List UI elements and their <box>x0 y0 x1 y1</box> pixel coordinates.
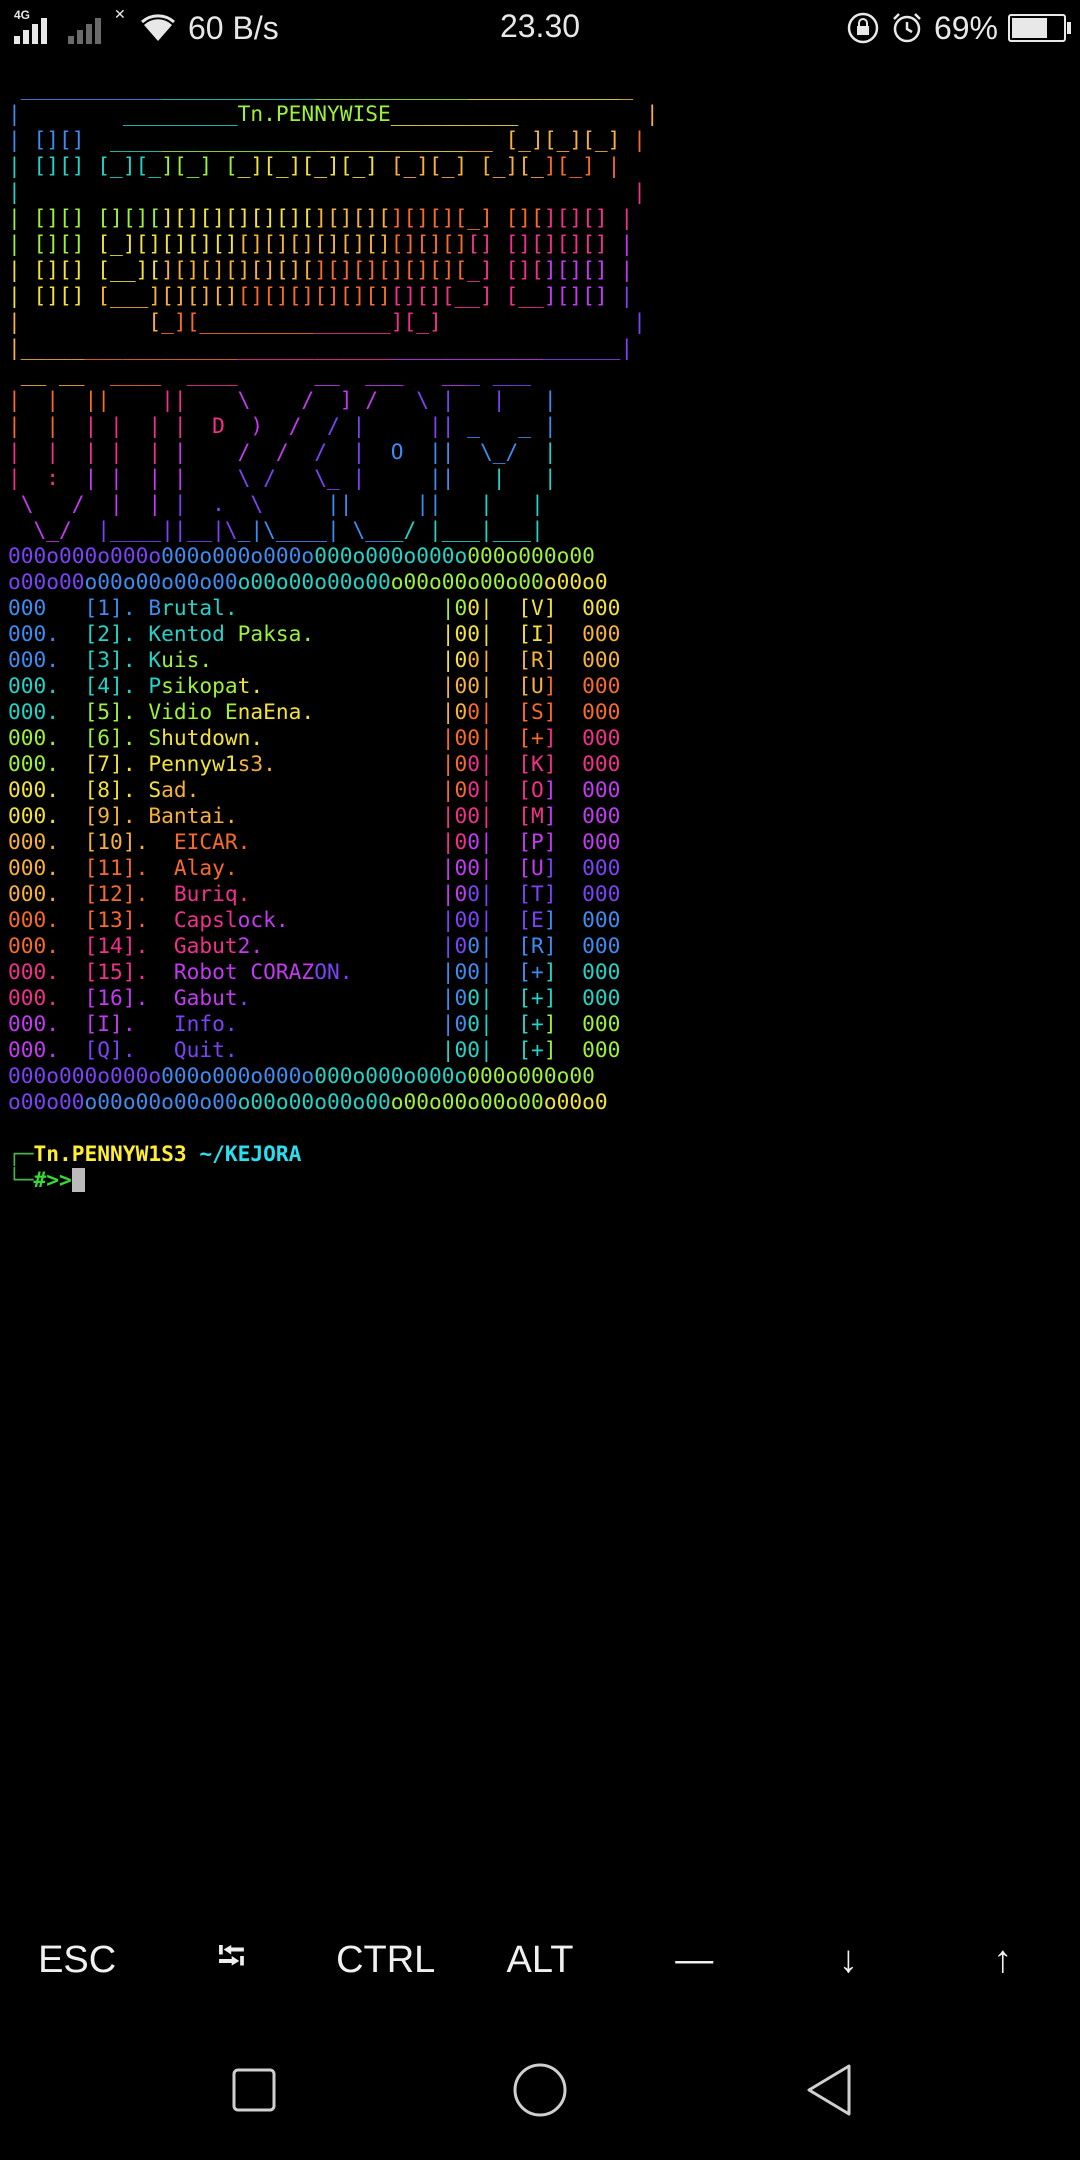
terminal-line: |_______________________________________… <box>8 335 634 360</box>
ctrl-key[interactable]: CTRL <box>309 1920 463 2000</box>
tab-key[interactable]: ⭾ <box>154 1920 308 2000</box>
recent-apps-button[interactable] <box>222 2058 286 2122</box>
terminal-line: 000. [16]. Gabut. |00| [+] 000 <box>8 985 621 1010</box>
terminal-line: 000. [5]. Vidio EnaEna. |00| [S] 000 <box>8 699 621 724</box>
terminal-line: | [][] [_][_][_] [_][_][_][_] [_][_] [_]… <box>8 153 621 178</box>
terminal-line: 000. [15]. Robot CORAZON. |00| [+] 000 <box>8 959 621 984</box>
terminal-line: 000. [4]. Psikopat. |00| [U] 000 <box>8 673 621 698</box>
prompt-line: ┌─Tn.PENNYW1S3 ~/KEJORA <box>8 1141 1072 1167</box>
terminal-line: 000 [1]. Brutal. |00| [V] 000 <box>8 595 621 620</box>
terminal-line: 000. [6]. Shutdown. |00| [+] 000 <box>8 725 621 750</box>
terminal-line: 000. [3]. Kuis. |00| [R] 000 <box>8 647 621 672</box>
terminal-line: 000o000o000o000o000o000o000o000o000o000o… <box>8 543 595 568</box>
terminal-line: 000. [10]. EICAR. |00| [P] 000 <box>8 829 621 854</box>
terminal-line: | | | | | | / / / | O || \_/ | <box>8 439 557 464</box>
terminal-line: o00o00o00o00o00o00o00o00o00o00o00o00o00o… <box>8 1089 608 1114</box>
terminal-line: | [][] ______________________________ [_… <box>8 127 646 152</box>
back-button[interactable] <box>796 2058 860 2122</box>
terminal-output[interactable]: ________________________________________… <box>8 75 1072 1193</box>
terminal-line: 000. [13]. Capslock. |00| [E] 000 <box>8 907 621 932</box>
battery-percent: 69% <box>933 9 998 46</box>
esc-key[interactable]: ESC <box>0 1920 154 2000</box>
terminal-line: | [][] [_][][][][][][][][][][][][][][] [… <box>8 231 634 256</box>
prompt-user: Tn.PENNYW1S3 <box>33 1141 187 1166</box>
alarm-icon <box>893 13 921 43</box>
terminal-line: 000. [14]. Gabut2. |00| [R] 000 <box>8 933 621 958</box>
terminal-line: 000. [I]. Info. |00| [+] 000 <box>8 1011 621 1036</box>
square-icon <box>232 2068 276 2112</box>
terminal-line: \_/ |____||__|\_|\____| \___/ |___|___| <box>8 517 544 542</box>
terminal-line: 000o000o000o000o000o000o000o000o000o000o… <box>8 1063 595 1088</box>
text-cursor[interactable] <box>71 1168 85 1192</box>
prompt-symbol: #>> <box>33 1167 72 1192</box>
status-bar: 4G ✕ 60 B/s 23.30 69% <box>0 0 1080 56</box>
back-triangle-icon <box>807 2064 851 2116</box>
arrow-up-key[interactable]: ↑ <box>926 1920 1080 2000</box>
input-line[interactable]: └─#>> <box>8 1167 1072 1193</box>
terminal-line: 000. [9]. Bantai. |00| [M] 000 <box>8 803 621 828</box>
terminal-line: | | || || \ / ] / \ | | | <box>8 387 557 412</box>
terminal-line: | | <box>8 179 646 204</box>
terminal-line: __ __ ____ ____ __ ___ ___ ___ <box>8 361 532 386</box>
terminal-line: | | | | | | D ) / / | || _ _ | <box>8 413 557 438</box>
terminal-line: 000. [12]. Buriq. |00| [T] 000 <box>8 881 621 906</box>
dash-key[interactable]: — <box>617 1920 771 2000</box>
prompt-directory: ~/KEJORA <box>199 1141 302 1166</box>
terminal-line: 000. [2]. Kentod Paksa. |00| [I] 000 <box>8 621 621 646</box>
status-right: 69% <box>846 8 1071 48</box>
terminal-line: | [_][_______________][_] | <box>8 309 646 334</box>
navigation-bar <box>0 2040 1080 2140</box>
terminal-line: ________________________________________… <box>8 75 634 100</box>
home-button[interactable] <box>508 2058 572 2122</box>
terminal-line: | : | | | | \ / \_ | || | | <box>8 465 557 490</box>
battery-icon <box>1008 14 1071 42</box>
alt-key[interactable]: ALT <box>463 1920 617 2000</box>
terminal-line: 000. [8]. Sad. |00| [O] 000 <box>8 777 621 802</box>
terminal-line: | [][] [][][][][][][][][][][][][][][_] [… <box>8 205 634 230</box>
terminal-line: 000. [11]. Alay. |00| [U] 000 <box>8 855 621 880</box>
rotation-lock-icon <box>847 12 879 44</box>
circle-icon <box>513 2063 567 2117</box>
terminal-line: o00o00o00o00o00o00o00o00o00o00o00o00o00o… <box>8 569 608 594</box>
terminal-line: | [][] [___][][][][][][][][][][][][__] [… <box>8 283 634 308</box>
terminal-line: | _________Tn.PENNYWISE__________ | <box>8 101 659 126</box>
prompt-corner-top: ┌─ <box>8 1141 34 1166</box>
extra-keys-row: ESC ⭾ CTRL ALT — ↓ ↑ <box>0 1920 1080 2000</box>
arrow-down-key[interactable]: ↓ <box>771 1920 925 2000</box>
terminal-line: 000. [Q]. Quit. |00| [+] 000 <box>8 1037 621 1062</box>
terminal-line: 000. [7]. Pennyw1s3. |00| [K] 000 <box>8 751 621 776</box>
terminal-line: | [][] [__][][][][][][][][][][][][][_] [… <box>8 257 634 282</box>
prompt-corner-bottom: └─ <box>8 1167 34 1192</box>
terminal-line: \ / | | | . \ || || | | <box>8 491 544 516</box>
